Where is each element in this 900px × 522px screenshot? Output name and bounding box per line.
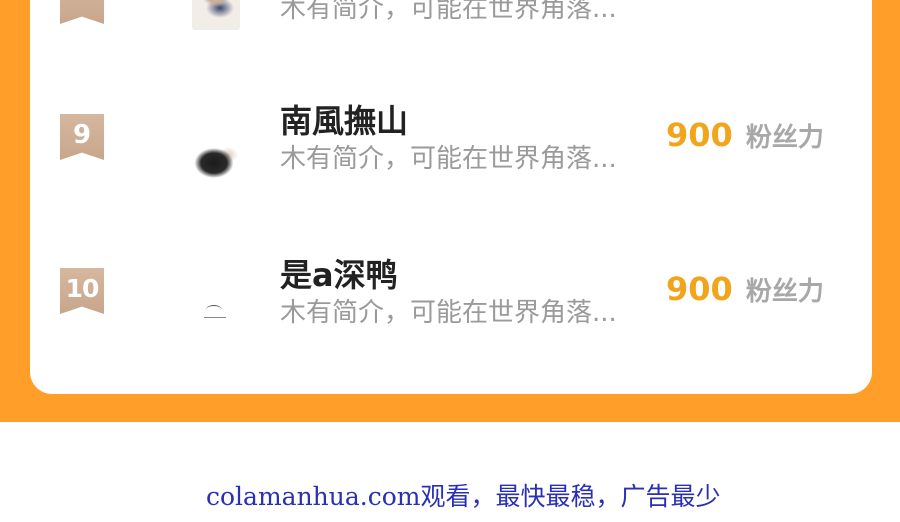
ranking-card: 木有简介，可能在世界角落... 9 南風撫山 木有简介，可能在世界角落... 9… (30, 0, 872, 394)
username[interactable]: 是a深鸭 (280, 250, 398, 296)
user-bio: 木有简介，可能在世界角落... (280, 0, 617, 24)
fans-power: 900 粉丝力 (666, 270, 824, 308)
fans-power: 900 粉丝力 (666, 116, 824, 154)
fans-label: 粉丝力 (745, 122, 824, 153)
fans-count: 900 (666, 116, 733, 154)
bird-icon (206, 305, 222, 315)
rank-badge: 9 (60, 114, 104, 160)
rank-badge (60, 0, 104, 24)
user-bio: 木有简介，可能在世界角落... (280, 298, 617, 328)
ranking-row[interactable]: 9 南風撫山 木有简介，可能在世界角落... 900 粉丝力 (30, 78, 872, 188)
avatar[interactable] (192, 287, 240, 335)
ranking-row-partial[interactable]: 木有简介，可能在世界角落... (30, 0, 872, 80)
ranking-row[interactable]: 10 是a深鸭 木有简介，可能在世界角落... 900 粉丝力 (30, 232, 872, 342)
fans-label: 粉丝力 (745, 276, 824, 307)
avatar-caption-line (204, 317, 226, 318)
rank-badge: 10 (60, 268, 104, 314)
fans-count: 900 (666, 270, 733, 308)
watermark-footer-text: colamanhua.com观看，最快最稳，广告最少 (206, 482, 721, 511)
username[interactable]: 南風撫山 (280, 96, 408, 142)
user-bio: 木有简介，可能在世界角落... (280, 144, 617, 174)
avatar[interactable] (192, 133, 240, 181)
avatar[interactable] (192, 0, 240, 30)
